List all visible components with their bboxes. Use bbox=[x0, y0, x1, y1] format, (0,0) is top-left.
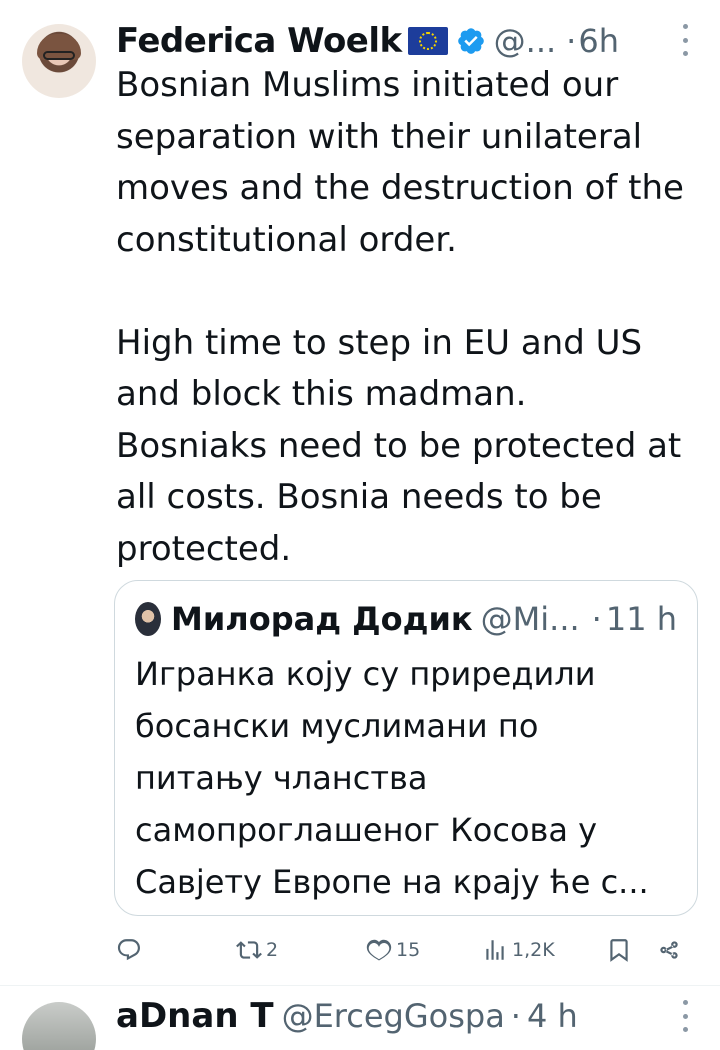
quoted-author-name: Милорад Додик bbox=[171, 600, 473, 638]
like-button[interactable]: 15 bbox=[366, 930, 420, 970]
tweet-text-line: Bosnian Muslims initiated our bbox=[116, 65, 619, 105]
more-icon[interactable] bbox=[680, 24, 690, 56]
tweet-header: Federica Woelk @... · 6h bbox=[116, 18, 690, 64]
tweet-actions: 2 15 1,2K bbox=[116, 930, 696, 970]
author-avatar[interactable] bbox=[22, 24, 96, 98]
tweet-text-line: High time to step in EU and US bbox=[116, 322, 643, 363]
tweet-text-line: moves and the destruction of the bbox=[116, 168, 684, 208]
views-icon bbox=[486, 940, 504, 960]
retweet-icon bbox=[236, 941, 262, 959]
retweet-count: 2 bbox=[266, 939, 279, 961]
tweet-text-line: separation with their unilateral bbox=[116, 116, 643, 157]
quoted-tweet[interactable]: Милорад Додик @Mi... · 11 h Игранка коју… bbox=[114, 580, 698, 916]
reply-button[interactable] bbox=[116, 930, 146, 970]
next-tweet[interactable]: aDnan T @ErcegGospa · 4 h bbox=[0, 986, 720, 1050]
next-author-handle[interactable]: @ErcegGospa bbox=[282, 997, 505, 1035]
tweet-text-line: protected. bbox=[116, 528, 292, 569]
tweet-text-line: constitutional order. bbox=[116, 219, 457, 260]
next-tweet-time[interactable]: 4 h bbox=[527, 997, 578, 1035]
next-author-name[interactable]: aDnan T bbox=[116, 996, 274, 1036]
tweet-text: Bosnian Muslims initiated our separation… bbox=[116, 60, 706, 575]
views-count: 1,2K bbox=[512, 939, 555, 961]
quoted-text-line: Савјету Европе на крају ће с... bbox=[135, 863, 649, 901]
quoted-text-line: Игранка коју су приредили bbox=[135, 655, 596, 693]
quoted-author-handle: @Mi... bbox=[480, 600, 580, 638]
separator-dot: · bbox=[566, 22, 577, 60]
share-button[interactable] bbox=[656, 930, 682, 970]
share-icon bbox=[660, 941, 678, 959]
quoted-separator-dot: · bbox=[591, 600, 602, 638]
tweet-text-blank-line bbox=[116, 266, 706, 318]
tweet[interactable]: Federica Woelk @... · 6h Bosnian Muslims… bbox=[0, 0, 720, 990]
like-icon bbox=[366, 939, 392, 961]
eu-flag-icon bbox=[407, 27, 448, 55]
tweet-time[interactable]: 6h bbox=[578, 22, 619, 60]
next-separator-dot: · bbox=[510, 997, 521, 1035]
bookmark-button[interactable] bbox=[606, 930, 632, 970]
avatar-glasses bbox=[43, 51, 75, 60]
quoted-text-line: питању чланства bbox=[135, 759, 428, 797]
quoted-tweet-header: Милорад Додик @Mi... · 11 h bbox=[135, 597, 677, 641]
like-count: 15 bbox=[396, 939, 421, 961]
tweet-text-line: Bosniaks need to be protected at bbox=[116, 425, 682, 466]
next-author-avatar[interactable] bbox=[22, 1002, 96, 1050]
verified-badge-icon bbox=[457, 28, 484, 54]
next-more-icon[interactable] bbox=[680, 1000, 690, 1032]
quoted-author-avatar bbox=[135, 602, 161, 636]
quoted-text-line: самопроглашеног Косова у bbox=[135, 811, 598, 849]
retweet-button[interactable]: 2 bbox=[236, 930, 278, 970]
next-tweet-header: aDnan T @ErcegGospa · 4 h bbox=[116, 994, 578, 1038]
author-name[interactable]: Federica Woelk bbox=[116, 21, 402, 61]
quoted-tweet-time: 11 h bbox=[605, 600, 677, 638]
quoted-text-line: босански муслимани по bbox=[135, 707, 539, 745]
reply-icon bbox=[117, 939, 140, 961]
author-handle[interactable]: @... bbox=[494, 22, 557, 60]
tweet-text-line: and block this madman. bbox=[116, 374, 527, 414]
quoted-tweet-text: Игранка коју су приредили босански мусли… bbox=[135, 648, 685, 908]
tweet-text-line: all costs. Bosnia needs to be bbox=[116, 477, 602, 517]
views-button[interactable]: 1,2K bbox=[482, 930, 555, 970]
bookmark-icon bbox=[610, 939, 628, 962]
